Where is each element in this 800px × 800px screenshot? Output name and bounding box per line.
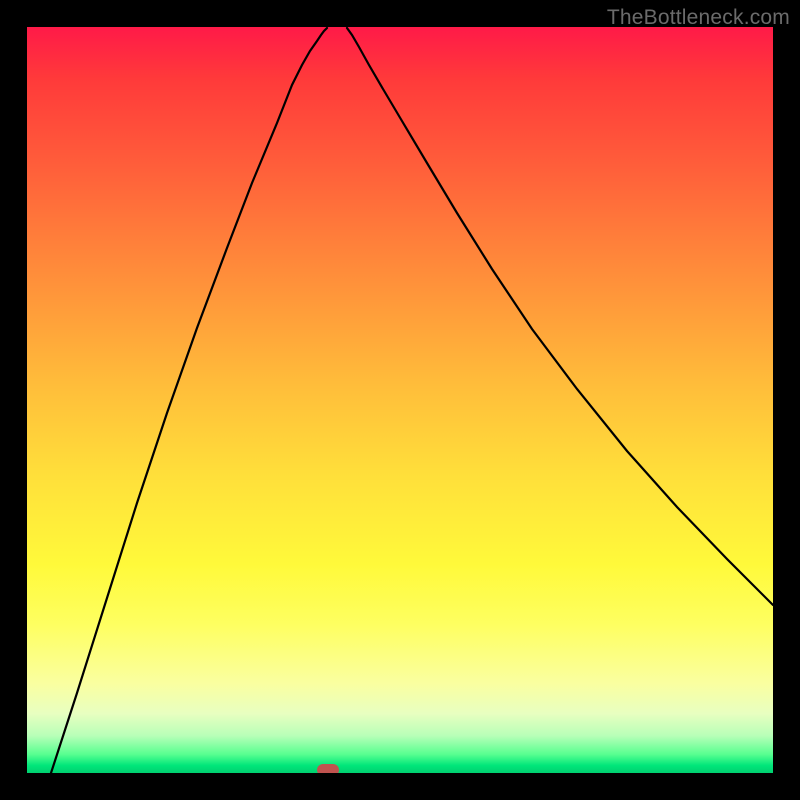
watermark-text: TheBottleneck.com xyxy=(607,6,790,30)
plot-area xyxy=(27,27,773,773)
outer-frame: TheBottleneck.com xyxy=(0,0,800,800)
curve-left-branch xyxy=(51,28,327,773)
curve-right-branch xyxy=(347,28,773,605)
bottleneck-curve xyxy=(27,27,773,773)
minimum-marker xyxy=(317,764,339,773)
